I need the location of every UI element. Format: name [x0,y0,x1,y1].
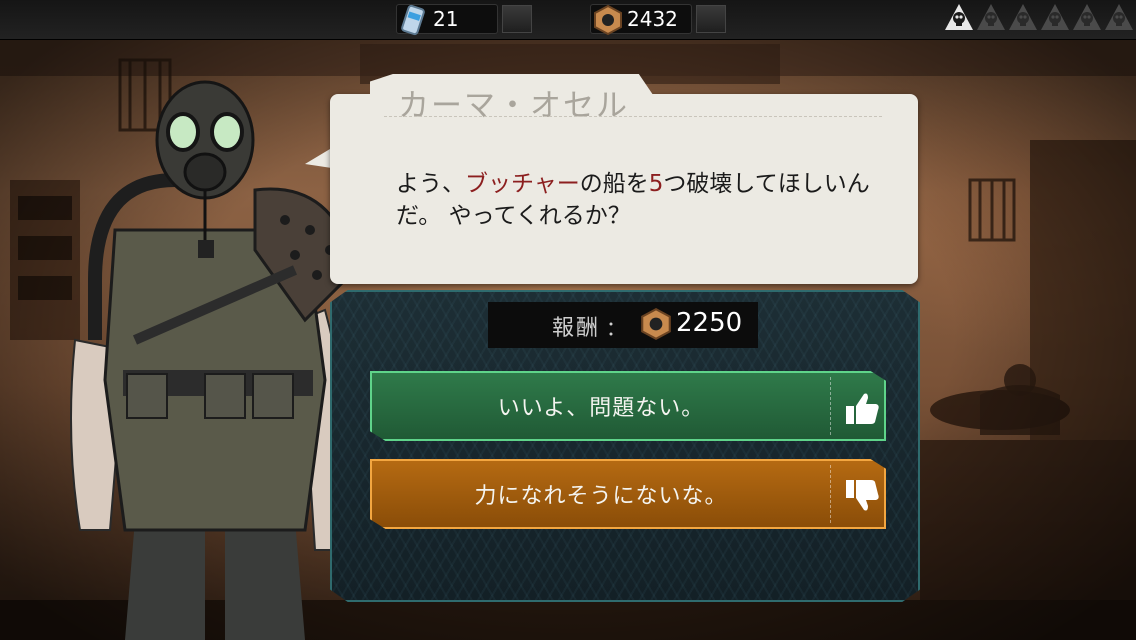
fuel-canister-icon [397,3,429,42]
nuts-value: 2432 [627,7,678,31]
threat-meter [944,3,1134,31]
thumbs-down-icon [842,476,882,516]
accept-divider [830,377,831,435]
decline-button-label: 力になれそうにないな。 [474,484,728,509]
resource-bar: 21 2432 [0,0,1136,40]
dialog-text: よう、ブッチャーの船を5つ破壊してほしいんだ。 やってくれるか？ [396,168,876,232]
reward-label: 報酬 [552,316,601,341]
skull-icon [944,3,974,31]
nuts-add-button[interactable] [696,5,726,33]
skull-icon [1040,3,1070,31]
skull-icon [976,3,1006,31]
skull-icon [1104,3,1134,31]
dialog-target-name: ブッチャー [465,171,580,197]
hex-nut-icon [638,306,674,346]
skull-icon [1072,3,1102,31]
hex-nut-icon [591,3,625,42]
accept-button-label: いいよ、問題ない。 [497,396,705,421]
fuel-value: 21 [433,7,459,31]
skull-icon [1008,3,1038,31]
fuel-counter: 21 [396,2,532,36]
dialog-count: 5 [648,171,664,197]
dialog-text-part: よう、 [396,171,465,197]
decline-divider [830,465,831,523]
thumbs-up-icon [842,388,882,428]
speaker-divider [384,116,882,117]
reward-value: 2250 [676,308,743,338]
speaker-name: カーマ・オセル [398,88,629,124]
fuel-add-button[interactable] [502,5,532,33]
dialog-text-part: の船を [579,171,649,197]
reward-separator: ： [606,316,626,340]
nuts-counter: 2432 [590,2,726,36]
accept-button[interactable]: いいよ、問題ない。 [370,371,886,441]
decline-button[interactable]: 力になれそうにないな。 [370,459,886,529]
